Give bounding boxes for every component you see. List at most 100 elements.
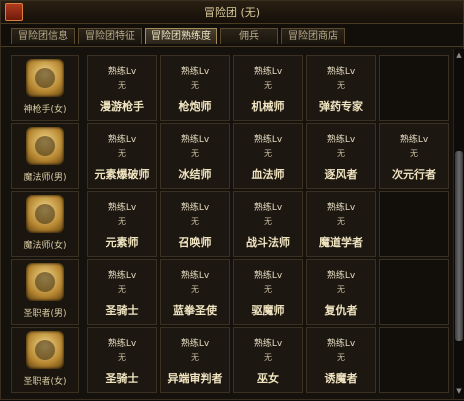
job-name: 逐风者 <box>324 168 358 181</box>
proficiency-value: 无 <box>337 285 345 294</box>
character-name: 神枪手(女) <box>23 105 67 115</box>
job-card[interactable]: 熟练Lv 无 圣骑士 <box>87 259 157 325</box>
mage-emblem-icon <box>26 195 64 233</box>
proficiency-label: 熟练Lv <box>253 67 283 77</box>
proficiency-value: 无 <box>191 285 199 294</box>
priest-emblem-icon <box>26 263 64 301</box>
proficiency-label: 熟练Lv <box>180 67 210 77</box>
tab-mercenary[interactable]: 佣兵 <box>220 28 278 44</box>
character-card[interactable]: 圣职者(男) <box>11 259 79 325</box>
tab-team-info[interactable]: 冒险团信息 <box>11 28 75 44</box>
character-card[interactable]: 魔法师(女) <box>11 191 79 257</box>
job-card[interactable]: 熟练Lv 无 诱魔者 <box>306 327 376 393</box>
job-card[interactable]: 熟练Lv 无 魔道学者 <box>306 191 376 257</box>
job-name: 战斗法师 <box>246 236 290 249</box>
job-card[interactable]: 熟练Lv 无 战斗法师 <box>233 191 303 257</box>
job-card[interactable]: 熟练Lv 无 逐风者 <box>306 123 376 189</box>
character-card[interactable]: 圣职者(女) <box>11 327 79 393</box>
character-name: 圣职者(男) <box>23 309 67 319</box>
proficiency-value: 无 <box>337 149 345 158</box>
job-name: 机械师 <box>251 100 285 113</box>
job-card[interactable]: 熟练Lv 无 召唤师 <box>160 191 230 257</box>
job-name: 驱魔师 <box>251 304 285 317</box>
job-card[interactable]: 熟练Lv 无 冰结师 <box>160 123 230 189</box>
gunner-emblem-icon <box>26 59 64 97</box>
tab-team-shop[interactable]: 冒险团商店 <box>281 28 345 44</box>
proficiency-value: 无 <box>191 217 199 226</box>
tab-team-proficiency[interactable]: 冒险团熟练度 <box>145 28 217 44</box>
scroll-down-icon[interactable]: ▼ <box>455 387 463 395</box>
proficiency-label: 熟练Lv <box>180 339 210 349</box>
proficiency-label: 熟练Lv <box>107 67 137 77</box>
character-row: 圣职者(女) 熟练Lv 无 圣骑士 熟练Lv 无 异端审判者 熟练Lv 无 巫女… <box>1 325 453 393</box>
job-name: 元素爆破师 <box>94 168 150 181</box>
job-card[interactable]: 熟练Lv 无 血法师 <box>233 123 303 189</box>
proficiency-value: 无 <box>264 149 272 158</box>
character-card[interactable]: 神枪手(女) <box>11 55 79 121</box>
proficiency-value: 无 <box>118 149 126 158</box>
proficiency-value: 无 <box>337 353 345 362</box>
job-card[interactable]: 熟练Lv 无 漫游枪手 <box>87 55 157 121</box>
job-name: 血法师 <box>251 168 285 181</box>
character-row: 圣职者(男) 熟练Lv 无 圣骑士 熟练Lv 无 蓝拳圣使 熟练Lv 无 驱魔师… <box>1 257 453 325</box>
job-name: 异端审判者 <box>167 372 223 385</box>
character-name: 圣职者(女) <box>23 377 67 387</box>
tab-team-traits[interactable]: 冒险团特征 <box>78 28 142 44</box>
job-name: 巫女 <box>257 372 279 385</box>
proficiency-value: 无 <box>118 81 126 90</box>
job-card[interactable]: 熟练Lv 无 弹药专家 <box>306 55 376 121</box>
job-name: 圣骑士 <box>105 372 139 385</box>
proficiency-value: 无 <box>337 217 345 226</box>
job-card[interactable]: 熟练Lv 无 枪炮师 <box>160 55 230 121</box>
job-name: 冰结师 <box>178 168 212 181</box>
character-name: 魔法师(女) <box>23 241 67 251</box>
mage-emblem-icon <box>26 127 64 165</box>
proficiency-label: 熟练Lv <box>253 271 283 281</box>
vertical-scrollbar[interactable]: ▲ ▼ <box>453 49 464 399</box>
proficiency-value: 无 <box>191 353 199 362</box>
proficiency-label: 熟练Lv <box>107 271 137 281</box>
job-card[interactable]: 熟练Lv 无 元素师 <box>87 191 157 257</box>
proficiency-label: 熟练Lv <box>107 339 137 349</box>
proficiency-value: 无 <box>118 353 126 362</box>
job-card[interactable]: 熟练Lv 无 异端审判者 <box>160 327 230 393</box>
proficiency-value: 无 <box>118 217 126 226</box>
character-row: 魔法师(女) 熟练Lv 无 元素师 熟练Lv 无 召唤师 熟练Lv 无 战斗法师… <box>1 189 453 257</box>
job-name: 元素师 <box>105 236 139 249</box>
proficiency-label: 熟练Lv <box>326 271 356 281</box>
title-bar: 冒险团 (无) <box>1 1 463 24</box>
proficiency-value: 无 <box>410 149 418 158</box>
job-name: 蓝拳圣使 <box>173 304 217 317</box>
character-row: 神枪手(女) 熟练Lv 无 漫游枪手 熟练Lv 无 枪炮师 熟练Lv 无 机械师… <box>1 53 453 121</box>
job-card[interactable]: 熟练Lv 无 次元行者 <box>379 123 449 189</box>
proficiency-grid: 神枪手(女) 熟练Lv 无 漫游枪手 熟练Lv 无 枪炮师 熟练Lv 无 机械师… <box>1 49 453 401</box>
proficiency-value: 无 <box>264 217 272 226</box>
job-card[interactable]: 熟练Lv 无 机械师 <box>233 55 303 121</box>
character-card[interactable]: 魔法师(男) <box>11 123 79 189</box>
empty-job-slot <box>379 259 449 325</box>
job-card[interactable]: 熟练Lv 无 圣骑士 <box>87 327 157 393</box>
job-card[interactable]: 熟练Lv 无 元素爆破师 <box>87 123 157 189</box>
adventure-team-window: 冒险团 (无) 冒险团信息 冒险团特征 冒险团熟练度 佣兵 冒险团商店 ? 神枪… <box>0 0 464 400</box>
scroll-up-icon[interactable]: ▲ <box>455 51 463 59</box>
proficiency-label: 熟练Lv <box>253 135 283 145</box>
proficiency-label: 熟练Lv <box>180 271 210 281</box>
window-title: 冒险团 (无) <box>203 6 261 19</box>
job-name: 诱魔者 <box>324 372 358 385</box>
job-card[interactable]: 熟练Lv 无 巫女 <box>233 327 303 393</box>
proficiency-value: 无 <box>191 149 199 158</box>
job-name: 漫游枪手 <box>100 100 144 113</box>
proficiency-value: 无 <box>264 81 272 90</box>
job-name: 复仇者 <box>324 304 358 317</box>
job-card[interactable]: 熟练Lv 无 蓝拳圣使 <box>160 259 230 325</box>
proficiency-label: 熟练Lv <box>253 339 283 349</box>
proficiency-value: 无 <box>118 285 126 294</box>
proficiency-label: 熟练Lv <box>107 135 137 145</box>
empty-job-slot <box>379 327 449 393</box>
job-card[interactable]: 熟练Lv 无 复仇者 <box>306 259 376 325</box>
proficiency-label: 熟练Lv <box>326 67 356 77</box>
job-card[interactable]: 熟练Lv 无 驱魔师 <box>233 259 303 325</box>
scroll-thumb[interactable] <box>455 151 463 341</box>
empty-job-slot <box>379 191 449 257</box>
job-name: 魔道学者 <box>319 236 363 249</box>
